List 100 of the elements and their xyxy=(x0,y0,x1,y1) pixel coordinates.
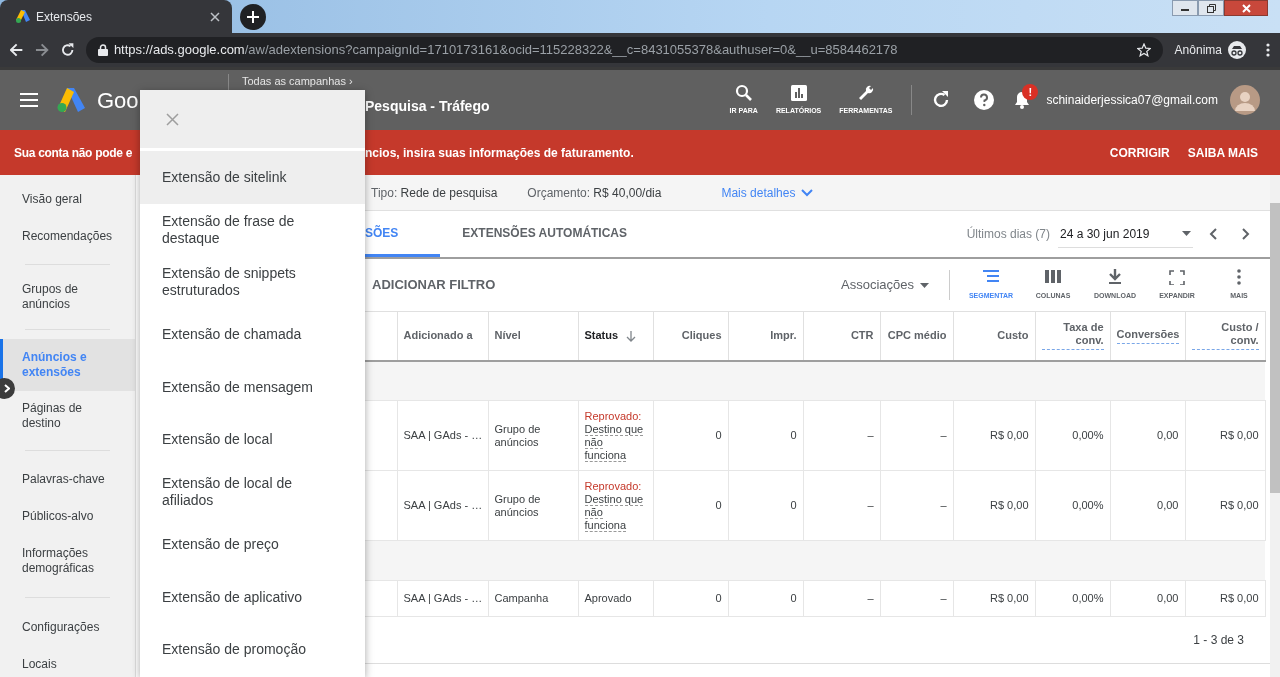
column-header[interactable]: Nível xyxy=(488,311,578,361)
search-icon xyxy=(734,83,753,102)
column-header[interactable]: Taxa de conv. xyxy=(1035,311,1110,361)
date-range-label: Últimos dias (7) xyxy=(966,225,1050,243)
column-header[interactable]: Custo / conv. xyxy=(1185,311,1265,361)
breadcrumb-link[interactable]: Todas as campanhas › xyxy=(242,75,352,88)
banner-action-button[interactable]: CORRIGIR xyxy=(1109,143,1170,162)
refresh-icon[interactable] xyxy=(932,91,951,109)
banner-text: ncios, insira suas informações de faturamento. xyxy=(365,144,634,162)
more-icon[interactable] xyxy=(1266,43,1270,57)
sidebar-item[interactable]: Locais xyxy=(0,647,135,677)
tab[interactable]: EXTENSÕES AUTOMÁTICAS xyxy=(440,211,650,257)
menu-item[interactable]: Extensão de local xyxy=(140,413,365,466)
table-cell: SAA | GAds - … xyxy=(397,400,488,471)
table-cell: 0,00 xyxy=(1110,580,1185,617)
menu-item[interactable]: Extensão de frase de destaque xyxy=(140,203,365,256)
menu-item[interactable]: Extensão de chamada xyxy=(140,308,365,361)
table-cell: 0 xyxy=(728,580,803,617)
menu-item[interactable]: Extensão de preço xyxy=(140,518,365,571)
close-window-button[interactable] xyxy=(1224,0,1268,16)
close-icon[interactable] xyxy=(210,11,220,22)
banner-text: Sua conta não pode e xyxy=(14,145,133,160)
menu-item[interactable]: Extensão de sitelink xyxy=(140,151,365,204)
star-icon[interactable] xyxy=(1136,43,1151,57)
table-cell: 0,00% xyxy=(1035,470,1110,541)
info-field: Tipo: Rede de pesquisa xyxy=(371,183,498,202)
sidebar-item[interactable]: Públicos-alvo xyxy=(0,498,135,534)
column-header[interactable]: CTR xyxy=(803,311,880,361)
segment-icon xyxy=(982,268,1000,285)
table-cell: – xyxy=(880,580,953,617)
table-cell: SAA | GAds - … xyxy=(397,580,488,617)
table-cell: Grupo de anúncios xyxy=(488,400,578,471)
chevron-left-icon[interactable] xyxy=(1209,228,1217,240)
sidebar-item[interactable]: Palavras-chave xyxy=(0,460,135,498)
sidebar-item[interactable]: Visão geral xyxy=(0,181,135,218)
table-cell: 0 xyxy=(653,580,728,617)
sidebar-item[interactable]: Configurações xyxy=(0,607,135,647)
menu-item[interactable]: Extensão de snippets estruturados xyxy=(140,256,365,309)
column-header[interactable]: Adicionado a xyxy=(397,311,488,361)
column-header[interactable]: Conversões xyxy=(1110,311,1185,361)
pagination-text: 1 - 3 de 3 xyxy=(1193,632,1244,649)
table-cell: R$ 0,00 xyxy=(1185,400,1265,471)
add-filter-button[interactable]: ADICIONAR FILTRO xyxy=(365,275,496,295)
table-cell: 0,00% xyxy=(1035,400,1110,471)
caret-down-icon xyxy=(920,282,929,288)
table-cell: 0,00 xyxy=(1110,400,1185,471)
expand-icon xyxy=(1168,268,1186,285)
more-icon xyxy=(1237,268,1241,285)
new-tab-button[interactable] xyxy=(240,3,266,30)
column-header[interactable]: CPC médio xyxy=(880,311,953,361)
url-text: https://ads.google.com/aw/adextensions?campaignId=1710173161&ocid=115228322&__c=8431055378&authuser=0&__u=8584462178 xyxy=(113,41,899,60)
incognito-icon[interactable] xyxy=(1228,41,1246,59)
column-header[interactable]: Cliques xyxy=(653,311,728,361)
menu-item[interactable]: Extensão de aplicativo xyxy=(140,571,365,624)
account-email: schinaiderjessica07@gmail.com xyxy=(1046,92,1218,109)
restore-button[interactable] xyxy=(1198,0,1224,16)
close-icon xyxy=(1241,3,1251,13)
column-header[interactable]: Status xyxy=(578,311,653,361)
menu-item[interactable]: Extensão de mensagem xyxy=(140,361,365,414)
scrollbar[interactable] xyxy=(1270,175,1280,677)
table-cell: – xyxy=(803,470,880,541)
reload-icon[interactable] xyxy=(60,43,74,57)
menu-icon[interactable] xyxy=(20,93,38,107)
table-cell: – xyxy=(880,400,953,471)
chevron-right-icon xyxy=(4,384,10,393)
table-cell: R$ 0,00 xyxy=(1185,470,1265,541)
restore-icon xyxy=(1206,3,1216,13)
download-icon xyxy=(1106,268,1124,285)
table-cell: – xyxy=(803,400,880,471)
sidebar-item[interactable]: Informações demográficas xyxy=(0,534,135,588)
sidebar-item[interactable]: Grupos de anúncios xyxy=(0,274,135,320)
chart-icon xyxy=(789,83,808,102)
table-cell: 0 xyxy=(653,400,728,471)
table-cell: SAA | GAds - … xyxy=(397,470,488,541)
address-bar[interactable]: https://ads.google.com/aw/adextensions?campaignId=1710173161&ocid=115228322&__c=8431055378&authuser=0&__u=8584462178 xyxy=(85,37,1163,63)
status-cell: Reprovado: Destino que não funciona xyxy=(578,400,653,471)
browser-tab[interactable]: Extensões xyxy=(0,0,232,33)
column-header[interactable]: Custo xyxy=(953,311,1035,361)
help-icon[interactable] xyxy=(974,90,995,110)
associations-dropdown[interactable]: Associações xyxy=(835,274,935,296)
banner-action-button[interactable]: SAIBA MAIS xyxy=(1187,143,1258,162)
back-icon[interactable] xyxy=(10,43,24,57)
column-header[interactable]: Impr. xyxy=(728,311,803,361)
minimize-button[interactable] xyxy=(1172,0,1198,16)
campaign-title: Pesquisa - Tráfego xyxy=(365,96,490,116)
forward-icon[interactable] xyxy=(35,43,49,57)
sidebar-item[interactable]: Recomendações xyxy=(0,218,135,255)
avatar[interactable] xyxy=(1230,85,1260,115)
sort-down-arrow-icon xyxy=(626,330,637,342)
menu-item[interactable]: Extensão de local de afiliados xyxy=(140,466,365,519)
info-field: Orçamento: R$ 40,00/dia xyxy=(527,183,662,202)
sidebar-item[interactable]: Páginas de destino xyxy=(0,391,135,441)
date-range-dropdown[interactable]: 24 a 30 jun 2019 xyxy=(1058,220,1193,248)
chevron-right-icon[interactable] xyxy=(1242,228,1250,240)
menu-item[interactable]: Extensão de promoção xyxy=(140,623,365,676)
caret-down-icon xyxy=(1182,231,1191,236)
table-cell: R$ 0,00 xyxy=(953,470,1035,541)
details-link[interactable]: Mais detalhes xyxy=(721,183,814,202)
logo-text: Goo xyxy=(97,86,140,115)
table-cell: 0 xyxy=(728,470,803,541)
